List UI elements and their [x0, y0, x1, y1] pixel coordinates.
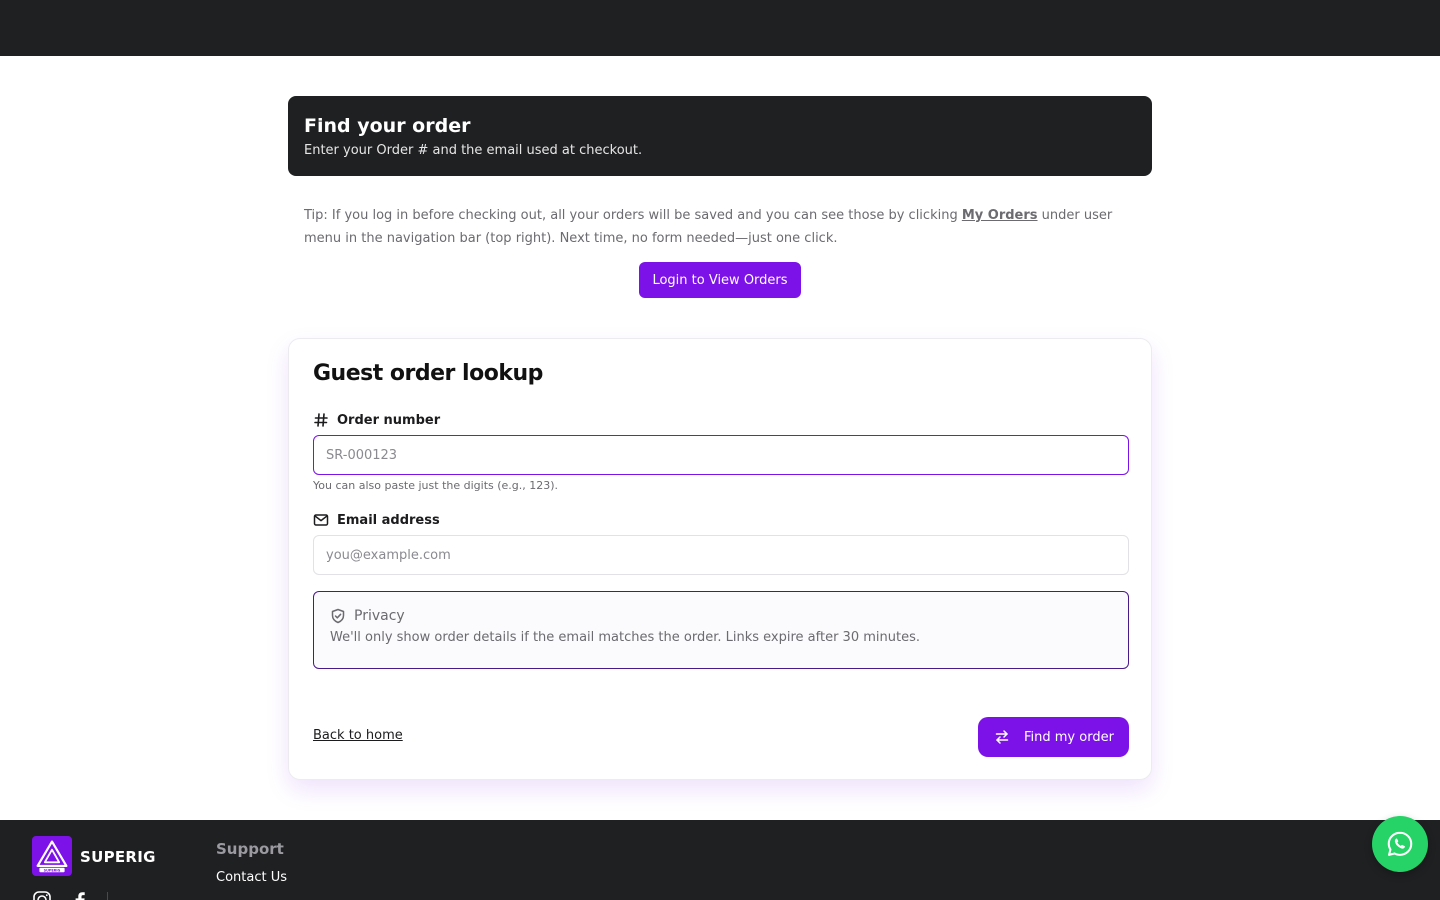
instagram-link[interactable] [32, 890, 52, 900]
logo-icon: SUPERIG [36, 840, 68, 872]
email-address-input[interactable] [313, 535, 1129, 575]
whatsapp-icon [1387, 831, 1413, 856]
contact-us-link[interactable]: Contact Us [216, 870, 287, 885]
arrows-swap-icon [995, 730, 1009, 744]
find-my-order-label: Find my order [1024, 729, 1114, 745]
support-heading: Support [216, 840, 284, 858]
order-number-label-text: Order number [337, 412, 441, 428]
email-address-label-text: Email address [337, 512, 440, 528]
privacy-title: Privacy [354, 608, 405, 624]
facebook-link[interactable] [70, 890, 90, 900]
privacy-body: We'll only show order details if the ema… [330, 630, 920, 645]
mail-icon [313, 514, 329, 526]
card-title: Guest order lookup [313, 361, 543, 386]
find-my-order-button[interactable]: Find my order [978, 717, 1129, 757]
instagram-icon [33, 891, 51, 900]
top-navigation-bar [0, 0, 1440, 56]
svg-text:SUPERIG: SUPERIG [44, 868, 61, 872]
page-subtitle: Enter your Order # and the email used at… [304, 143, 643, 158]
whatsapp-chat-button[interactable] [1372, 816, 1428, 872]
order-number-label: Order number [313, 412, 440, 428]
facebook-icon [75, 892, 85, 900]
login-tip: Tip: If you log in before checking out, … [304, 204, 1140, 250]
brand-logo[interactable]: SUPERIG [32, 836, 72, 876]
page-title: Find your order [304, 115, 471, 137]
order-number-hint: You can also paste just the digits (e.g.… [313, 479, 559, 492]
footer: SUPERIG SUPERIG Support Contact Us [0, 820, 1440, 900]
brand-name[interactable]: SUPERIG [80, 848, 156, 866]
privacy-notice: Privacy We'll only show order details if… [313, 591, 1129, 669]
hash-icon [314, 413, 328, 427]
email-address-label: Email address [313, 512, 440, 528]
tip-text-before: Tip: If you log in before checking out, … [304, 208, 962, 223]
login-to-view-orders-button[interactable]: Login to View Orders [639, 262, 801, 298]
back-to-home-link[interactable]: Back to home [313, 728, 403, 743]
find-order-banner: Find your order Enter your Order # and t… [288, 96, 1152, 176]
shield-check-icon [331, 608, 345, 624]
guest-order-lookup-card: Guest order lookup Order number You can … [288, 338, 1152, 780]
my-orders-link[interactable]: My Orders [962, 208, 1038, 223]
social-divider [107, 892, 108, 900]
order-number-input[interactable] [313, 435, 1129, 475]
